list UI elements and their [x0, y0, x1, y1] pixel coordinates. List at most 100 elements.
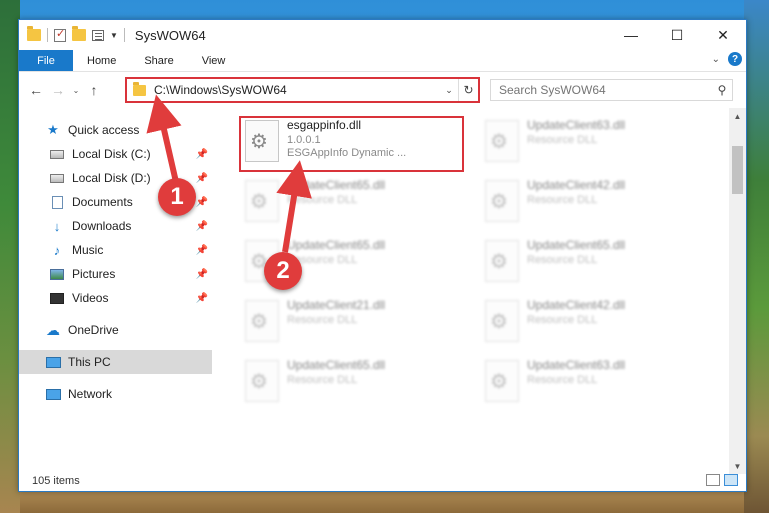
file-item[interactable]: ⚙ UpdateClient63.dll Resource DLL [479, 116, 704, 172]
back-arrow-icon[interactable]: ← [25, 82, 47, 98]
file-item[interactable]: ⚙ UpdateClient42.dll Resource DLL [479, 176, 704, 232]
close-button[interactable]: ✕ [700, 20, 746, 50]
dll-file-icon: ⚙ [245, 360, 279, 402]
pin-icon[interactable]: 📌 [196, 293, 208, 304]
maximize-button[interactable]: ☐ [654, 20, 700, 50]
documents-icon [51, 195, 63, 209]
properties-check-icon[interactable] [54, 27, 66, 42]
view-buttons [706, 474, 738, 486]
window-controls: — ☐ ✕ [608, 20, 746, 50]
nav-item-quick-access[interactable]: ★ Quick access [19, 118, 212, 142]
music-icon: ♪ [53, 242, 61, 258]
file-item[interactable]: ⚙ UpdateClient65.dll Resource DLL [239, 176, 464, 232]
toolbar-divider [47, 28, 48, 42]
nav-item-local-disk-c[interactable]: Local Disk (C:) 📌 [19, 142, 212, 166]
file-description: Resource DLL [527, 314, 598, 326]
disk-icon [50, 173, 64, 183]
minimize-button[interactable]: — [608, 20, 654, 50]
tab-view[interactable]: View [188, 50, 240, 71]
file-description: Resource DLL [287, 194, 358, 206]
refresh-icon[interactable]: ↻ [458, 79, 478, 101]
pin-icon[interactable]: 📌 [196, 173, 208, 184]
vertical-scrollbar[interactable]: ▲ ▼ [729, 108, 746, 474]
nav-item-label: Local Disk (C:) [72, 147, 151, 161]
address-path[interactable]: C:\Windows\SysWOW64 [154, 83, 440, 97]
file-name: UpdateClient65.dll [287, 178, 386, 192]
search-input[interactable] [499, 83, 712, 97]
tab-file[interactable]: File [19, 50, 73, 71]
tab-share[interactable]: Share [130, 50, 187, 71]
navigation-pane: ★ Quick access Local Disk (C:) 📌 Local D… [19, 108, 212, 474]
pin-icon[interactable]: 📌 [196, 245, 208, 256]
file-description: Resource DLL [527, 254, 598, 266]
tab-home[interactable]: Home [73, 50, 130, 71]
file-name: UpdateClient65.dll [527, 238, 626, 252]
file-description: Resource DLL [287, 314, 358, 326]
network-icon [45, 388, 61, 400]
pin-icon[interactable]: 📌 [196, 149, 208, 160]
file-name: UpdateClient65.dll [287, 358, 386, 372]
nav-item-pictures[interactable]: Pictures 📌 [19, 262, 212, 286]
address-dropdown-chevron-icon[interactable]: ⌄ [440, 85, 458, 96]
nav-item-downloads[interactable]: ↓ Downloads 📌 [19, 214, 212, 238]
status-bar: 105 items [19, 471, 748, 491]
computer-icon [45, 356, 61, 368]
file-name: UpdateClient63.dll [527, 358, 626, 372]
window-title: SysWOW64 [134, 27, 206, 43]
file-name: UpdateClient21.dll [287, 298, 386, 312]
file-description: Resource DLL [527, 194, 598, 206]
nav-item-label: OneDrive [68, 323, 119, 337]
disk-icon [50, 149, 64, 159]
nav-item-onedrive[interactable]: ☁ OneDrive [19, 318, 212, 342]
scrollbar-thumb[interactable] [732, 146, 743, 194]
pin-icon[interactable]: 📌 [196, 197, 208, 208]
gear-icon: ⚙ [490, 371, 508, 393]
file-description: Resource DLL [527, 134, 598, 146]
dll-file-icon: ⚙ [485, 360, 519, 402]
gear-icon: ⚙ [490, 251, 508, 273]
title-bar: ▼ SysWOW64 — ☐ ✕ [19, 20, 746, 50]
nav-item-music[interactable]: ♪ Music 📌 [19, 238, 212, 262]
details-view-icon[interactable] [706, 474, 720, 486]
recent-locations-chevron-icon[interactable]: ⌄ [69, 86, 83, 95]
file-item[interactable]: ⚙ UpdateClient42.dll Resource DLL [479, 296, 704, 352]
customize-toolbar-chevron-icon[interactable]: ▼ [110, 31, 118, 40]
nav-item-label: Local Disk (D:) [72, 171, 151, 185]
file-description: Resource DLL [527, 374, 598, 386]
pin-icon[interactable]: 📌 [196, 269, 208, 280]
address-bar[interactable]: C:\Windows\SysWOW64 ⌄ ↻ [125, 77, 480, 103]
gear-icon: ⚙ [490, 311, 508, 333]
file-description: Resource DLL [287, 254, 358, 266]
gear-icon: ⚙ [490, 131, 508, 153]
search-icon[interactable]: ⚲ [712, 83, 732, 97]
file-name: UpdateClient42.dll [527, 298, 626, 312]
file-item[interactable]: ⚙ UpdateClient65.dll Resource DLL [479, 236, 704, 292]
new-folder-icon[interactable] [72, 26, 86, 41]
search-box[interactable]: ⚲ [490, 79, 733, 101]
file-explorer-window: ▼ SysWOW64 — ☐ ✕ File Home Share View ⌄ … [18, 19, 747, 492]
file-item[interactable]: ⚙ UpdateClient63.dll Resource DLL [479, 356, 704, 412]
pictures-icon [50, 268, 64, 280]
expand-ribbon-chevron-icon[interactable]: ⌄ [712, 54, 720, 65]
nav-item-label: This PC [68, 355, 111, 369]
nav-item-label: Network [68, 387, 113, 401]
file-item[interactable]: ⚙ UpdateClient21.dll Resource DLL [239, 296, 464, 352]
dll-file-icon: ⚙ [245, 180, 279, 222]
view-options-icon[interactable] [92, 29, 104, 41]
nav-item-this-pc[interactable]: This PC [19, 350, 212, 374]
nav-item-videos[interactable]: Videos 📌 [19, 286, 212, 310]
file-item[interactable]: ⚙ UpdateClient65.dll Resource DLL [239, 356, 464, 412]
up-arrow-icon[interactable]: ↑ [83, 82, 105, 98]
file-name: UpdateClient42.dll [527, 178, 626, 192]
large-icons-view-icon[interactable] [724, 474, 738, 486]
cloud-icon: ☁ [46, 321, 60, 338]
scroll-up-icon[interactable]: ▲ [729, 108, 746, 124]
nav-item-network[interactable]: Network [19, 382, 212, 406]
gear-icon: ⚙ [250, 311, 268, 333]
quick-access-toolbar: ▼ [19, 26, 125, 42]
forward-arrow-icon[interactable]: → [47, 82, 69, 98]
help-icon[interactable]: ? [728, 52, 742, 66]
navigation-bar: ← → ⌄ ↑ C:\Windows\SysWOW64 ⌄ ↻ ⚲ [19, 72, 746, 108]
file-highlight-box [239, 116, 464, 172]
pin-icon[interactable]: 📌 [196, 221, 208, 232]
